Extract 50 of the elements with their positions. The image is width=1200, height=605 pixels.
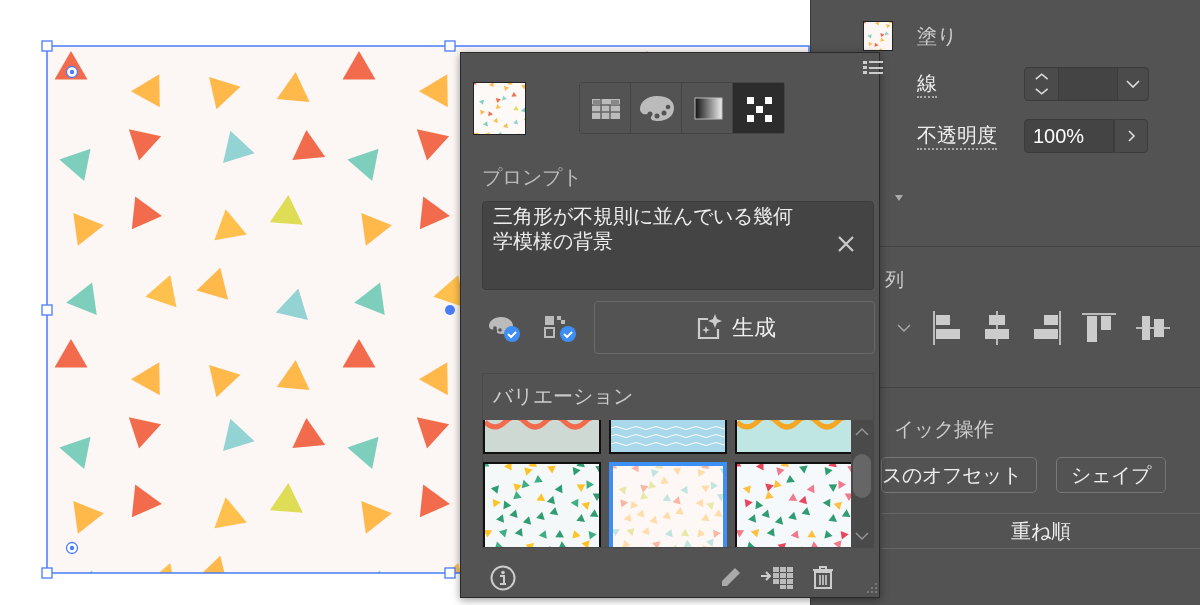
scroll-down-icon[interactable] [855,532,869,540]
resize-handle[interactable] [41,304,53,316]
variation-thumbnail[interactable] [483,462,601,547]
swatches-tab[interactable] [580,83,631,133]
resize-handle[interactable] [444,40,456,52]
menu-icon[interactable] [863,60,883,76]
pattern-swatch[interactable] [473,82,526,135]
resize-handle[interactable] [41,40,53,52]
variation-thumbnail[interactable] [735,462,853,547]
prompt-label: プロンプト [482,165,582,190]
info-icon[interactable] [490,565,516,591]
trash-icon[interactable] [813,566,833,589]
stroke-control[interactable] [1024,67,1149,101]
chevron-down-icon[interactable] [896,322,912,334]
generate-button[interactable]: 生成 [594,301,875,354]
align-top-icon[interactable] [1082,313,1116,343]
clear-icon[interactable] [838,236,854,252]
pencil-icon[interactable] [721,567,741,589]
opacity-label[interactable]: 不透明度 [917,122,997,150]
align-section-title: 列 [885,268,905,292]
pattern-toggle-icon[interactable] [543,313,577,343]
resize-handle[interactable] [41,567,53,579]
stroke-label[interactable]: 線 [917,70,937,98]
arrange-button[interactable]: 重ね順 [1010,517,1071,545]
align-middle-icon[interactable] [1136,316,1170,340]
resize-grip-icon[interactable] [867,583,877,593]
center-point-icon[interactable] [445,305,455,315]
dot-pattern-icon [747,97,772,122]
fill-swatch[interactable] [863,21,893,51]
opacity-field[interactable]: 100% [1024,119,1114,153]
pattern-tab[interactable] [733,83,784,133]
scrollbar-thumb[interactable] [853,454,871,498]
quick-actions-title: イック操作 [894,417,995,442]
palette-icon [640,96,674,121]
anchor-point-icon[interactable] [65,65,79,79]
quick-action-button[interactable]: スのオフセット [881,457,1037,493]
align-center-icon[interactable] [984,311,1010,345]
swatch-grid-icon [591,98,621,120]
import-to-swatches-icon[interactable] [761,567,793,589]
caret-down-icon[interactable] [895,195,903,201]
gradient-icon [694,97,723,120]
prompt-field[interactable]: 三角形が不規則に並んでいる幾何学模様の背景 [482,201,874,290]
quick-action-button[interactable]: シェイプ [1056,457,1166,493]
scroll-up-icon[interactable] [855,428,869,436]
chevron-right-icon[interactable] [1114,119,1148,153]
fill-label: 塗り [917,23,957,49]
variations-title: バリエーション [493,384,633,409]
variation-thumbnail[interactable] [609,462,727,547]
anchor-point-icon[interactable] [65,541,79,555]
resize-handle[interactable] [444,567,456,579]
